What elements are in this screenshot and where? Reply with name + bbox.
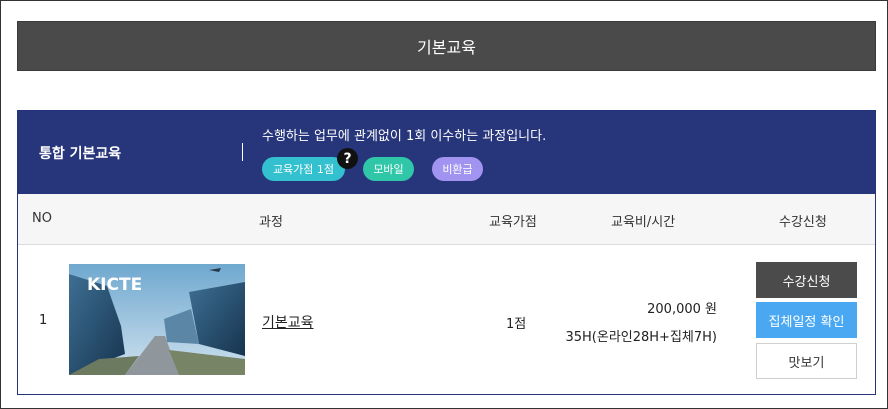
check-schedule-button[interactable]: 집체일정 확인 bbox=[756, 302, 857, 338]
badge-non-refundable: 비환급 bbox=[432, 157, 483, 181]
course-thumbnail: KICTE bbox=[69, 264, 245, 375]
course-panel: 통합 기본교육 수행하는 업무에 관계없이 1회 이수하는 과정입니다. 교육가… bbox=[17, 110, 876, 395]
badge-points: 교육가점 1점 bbox=[262, 157, 345, 181]
help-icon[interactable]: ? bbox=[337, 148, 358, 169]
course-thumbnail-image: KICTE bbox=[69, 264, 245, 375]
course-category: 통합 기본교육 bbox=[39, 146, 122, 162]
header-divider bbox=[242, 143, 243, 161]
course-header: 통합 기본교육 수행하는 업무에 관계없이 1회 이수하는 과정입니다. 교육가… bbox=[18, 111, 875, 194]
course-title-link[interactable]: 기본교육 bbox=[262, 315, 314, 331]
row-number: 1 bbox=[39, 313, 48, 328]
column-header-points: 교육가점 bbox=[489, 215, 537, 230]
preview-button[interactable]: 맛보기 bbox=[756, 343, 857, 379]
enroll-button[interactable]: 수강신청 bbox=[756, 262, 857, 298]
course-points: 1점 bbox=[506, 317, 527, 332]
course-hours: 35H(온라인28H+집체7H) bbox=[565, 330, 717, 345]
table-header: NO 과정 교육가점 교육비/시간 수강신청 bbox=[18, 194, 875, 245]
page-title-text: 기본교육 bbox=[417, 38, 476, 57]
course-fee: 200,000 원 bbox=[647, 302, 717, 317]
column-header-enroll: 수강신청 bbox=[779, 215, 827, 230]
course-description: 수행하는 업무에 관계없이 1회 이수하는 과정입니다. bbox=[262, 129, 547, 144]
thumbnail-logo-text: KICTE bbox=[87, 275, 142, 295]
column-header-course: 과정 bbox=[259, 215, 283, 230]
page-title: 기본교육 bbox=[17, 21, 876, 71]
badge-mobile: 모바일 bbox=[363, 157, 414, 181]
column-header-no: NO bbox=[32, 211, 52, 226]
column-header-fee-hours: 교육비/시간 bbox=[611, 215, 676, 230]
table-row: 1 KICTE 기본교육 1점 200,000 원 35H(온라인28H+집체7… bbox=[18, 245, 875, 394]
